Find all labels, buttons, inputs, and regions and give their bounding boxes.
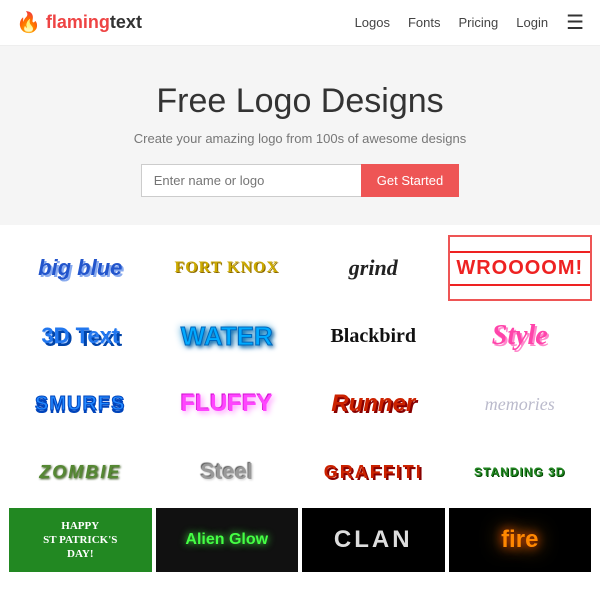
hamburger-icon[interactable]: ☰ (566, 10, 584, 35)
logo-graffiti[interactable]: GRAFFITI (301, 439, 446, 505)
nav-logos[interactable]: Logos (355, 15, 390, 30)
logo-water[interactable]: WATER (155, 303, 300, 369)
header: 🔥 flamingtext Logos Fonts Pricing Login … (0, 0, 600, 46)
logo-wroooom[interactable]: WROOOOM! (448, 235, 593, 301)
logo-style[interactable]: Style (448, 303, 593, 369)
nav-login[interactable]: Login (516, 15, 548, 30)
logo-alienglow[interactable]: Alien Glow (155, 507, 300, 573)
logo-smurfs[interactable]: SMURFS (8, 371, 153, 437)
nav-fonts[interactable]: Fonts (408, 15, 441, 30)
logo-grind[interactable]: grind (301, 235, 446, 301)
logo-fluffy[interactable]: FLUFFY (155, 371, 300, 437)
brand-logo[interactable]: 🔥 flamingtext (16, 10, 142, 35)
logo-stpatrick[interactable]: HAPPYST PATRICK'SDAY! (8, 507, 153, 573)
brand-text-part: text (110, 12, 142, 32)
brand-flaming: flaming (46, 12, 110, 32)
nav-links: Logos Fonts Pricing Login ☰ (355, 10, 584, 35)
logo-bigblue[interactable]: big blue (8, 235, 153, 301)
logo-blackbird[interactable]: Blackbird (301, 303, 446, 369)
logo-steel[interactable]: Steel (155, 439, 300, 505)
nav-pricing[interactable]: Pricing (459, 15, 499, 30)
logo-standing3d[interactable]: STANDING 3D (448, 439, 593, 505)
logo-fortknox[interactable]: FORT KNOX (155, 235, 300, 301)
logo-3dtext[interactable]: 3D Text (8, 303, 153, 369)
logo-runner[interactable]: Runner (301, 371, 446, 437)
logo-zombie[interactable]: ZOMBIE (8, 439, 153, 505)
logo-clan[interactable]: CLAN (301, 507, 446, 573)
search-input[interactable] (141, 164, 361, 197)
logo-fire[interactable]: fire (448, 507, 593, 573)
brand-name: flamingtext (46, 12, 142, 33)
logo-grid: big blue FORT KNOX grind WROOOOM! 3D Tex… (0, 225, 600, 583)
hero-subtitle: Create your amazing logo from 100s of aw… (20, 131, 580, 146)
search-bar: Get Started (20, 164, 580, 197)
get-started-button[interactable]: Get Started (361, 164, 459, 197)
hero-title: Free Logo Designs (20, 82, 580, 121)
flame-icon: 🔥 (16, 10, 41, 35)
logo-memories[interactable]: memories (448, 371, 593, 437)
hero-section: Free Logo Designs Create your amazing lo… (0, 46, 600, 225)
